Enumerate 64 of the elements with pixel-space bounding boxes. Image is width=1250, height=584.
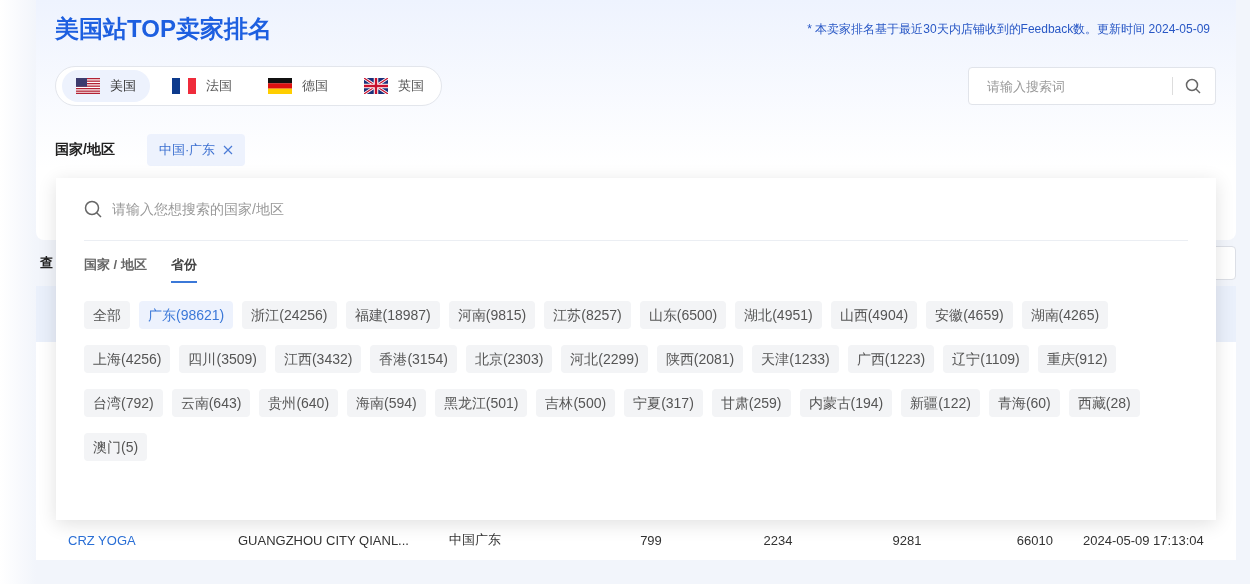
region-option[interactable]: 台湾(792)	[84, 389, 163, 417]
country-tab[interactable]: 法国	[158, 70, 246, 102]
filter-label: 国家/地区	[55, 141, 116, 159]
region-option[interactable]: 澳门(5)	[84, 433, 148, 461]
region-option[interactable]: 全部	[84, 301, 130, 329]
region-option[interactable]: 贵州(640)	[259, 389, 339, 417]
region-option[interactable]: 吉林(500)	[536, 389, 616, 417]
region-option[interactable]: 山东(6500)	[639, 301, 727, 329]
region-option[interactable]: 四川(3509)	[179, 345, 266, 373]
search-icon	[84, 200, 102, 218]
search-input[interactable]: 请输入搜索词	[985, 77, 1172, 95]
filter-tag[interactable]: 中国·广东	[147, 134, 246, 166]
country-tab[interactable]: 英国	[350, 70, 438, 102]
region-option[interactable]: 新疆(122)	[901, 389, 980, 417]
region-option[interactable]: 香港(3154)	[370, 345, 457, 373]
region-option[interactable]: 江苏(8257)	[544, 301, 631, 329]
region-tab[interactable]: 省份	[170, 256, 197, 283]
table-cell-text: 799	[639, 532, 663, 548]
flag-icon	[364, 78, 388, 94]
search-bar[interactable]: 请输入搜索词	[968, 67, 1216, 105]
region-option[interactable]: 湖南(4265)	[1021, 301, 1109, 329]
flag-icon	[268, 78, 292, 94]
update-note: * 本卖家排名基于最近30天内店铺收到的Feedback数。更新时间 2024-05-09	[807, 20, 1210, 38]
table-cell-text: GUANGZHOU CITY QIANL...	[238, 532, 410, 548]
country-tab[interactable]: 德国	[254, 70, 342, 102]
region-option[interactable]: 广西(1223)	[847, 345, 935, 373]
flag-icon	[172, 78, 196, 94]
region-option[interactable]: 西藏(28)	[1068, 389, 1140, 417]
region-option[interactable]: 山西(4904)	[830, 301, 918, 329]
table-cell-text: 2234	[762, 532, 794, 548]
region-option[interactable]: 陕西(2081)	[656, 345, 744, 373]
region-option[interactable]: 广东(98621)	[139, 301, 234, 329]
table-cell-text: 9281	[891, 532, 923, 548]
table-cell-text: 2024-05-09 17:13:04	[1082, 532, 1205, 548]
region-option[interactable]: 福建(18987)	[345, 301, 440, 329]
region-option[interactable]: 北京(2303)	[465, 345, 553, 373]
query-label: 查	[40, 254, 53, 272]
region-option[interactable]: 天津(1233)	[752, 345, 839, 373]
region-option[interactable]: 河北(2299)	[561, 345, 648, 373]
region-option[interactable]: 湖北(4951)	[735, 301, 822, 329]
table-cell-text: 66010	[1015, 532, 1053, 548]
table-cell-text: 中国广东	[449, 531, 502, 549]
page-title: 美国站TOP卖家排名	[55, 14, 272, 44]
region-option[interactable]: 内蒙古(194)	[799, 389, 893, 417]
region-option[interactable]: 浙江(24256)	[242, 301, 337, 329]
close-icon[interactable]	[223, 145, 234, 155]
seller-link[interactable]: CRZ YOGA	[68, 532, 238, 548]
region-option[interactable]: 重庆(912)	[1037, 345, 1117, 373]
country-tab[interactable]: 美国	[62, 70, 150, 102]
region-option[interactable]: 宁夏(317)	[624, 389, 703, 417]
region-option[interactable]: 黑龙江(501)	[434, 389, 528, 417]
region-option[interactable]: 云南(643)	[171, 389, 251, 417]
region-option[interactable]: 海南(594)	[347, 389, 426, 417]
region-option[interactable]: 上海(4256)	[84, 345, 171, 373]
region-option[interactable]: 甘肃(259)	[711, 389, 791, 417]
region-search-field[interactable]: 请输入您想搜索的国家/地区	[110, 200, 1188, 218]
region-option[interactable]: 安徽(4659)	[926, 301, 1013, 329]
region-option[interactable]: 青海(60)	[988, 389, 1060, 417]
region-tab[interactable]: 国家 / 地区	[84, 256, 147, 283]
region-option[interactable]: 江西(3432)	[274, 345, 362, 373]
region-option[interactable]: 辽宁(1109)	[943, 345, 1029, 373]
search-icon[interactable]	[1185, 78, 1201, 94]
flag-icon	[76, 78, 100, 94]
region-option[interactable]: 河南(9815)	[448, 301, 536, 329]
